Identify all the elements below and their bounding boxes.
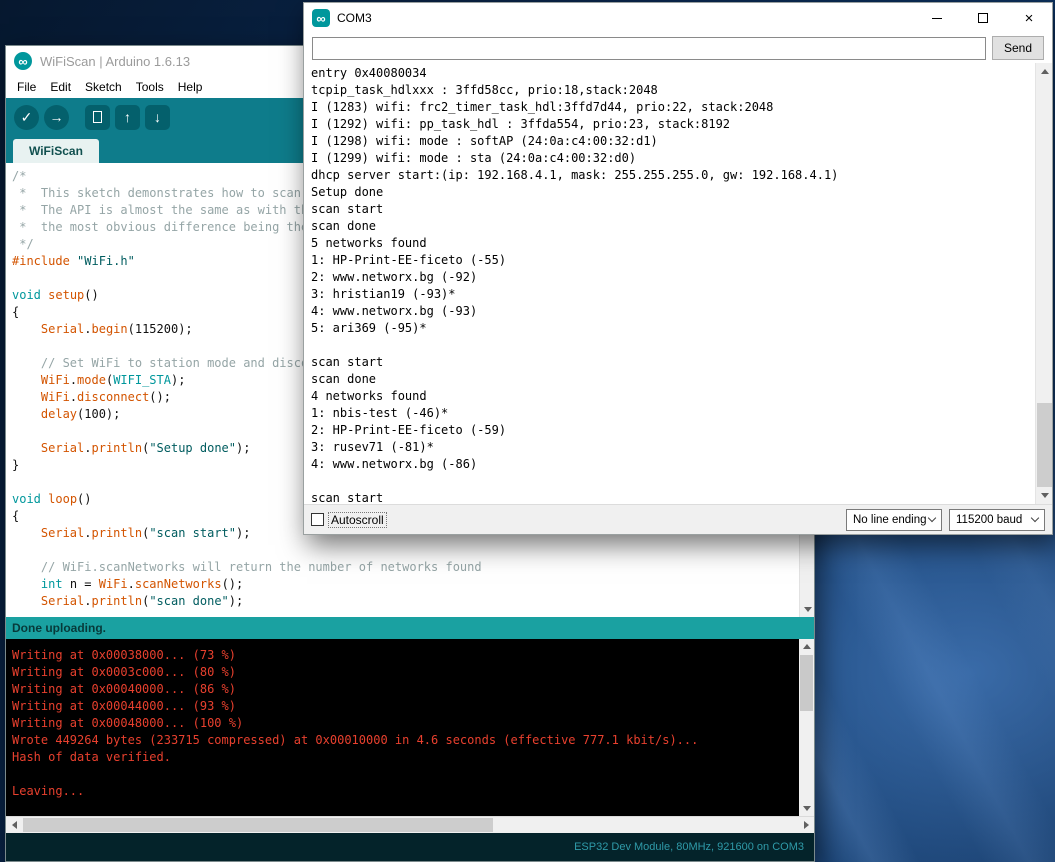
menu-sketch[interactable]: Sketch (78, 80, 129, 94)
arduino-logo-icon: ∞ (312, 9, 330, 27)
code-line: int n = WiFi.scanNetworks(); (12, 576, 799, 593)
console-scroll-thumb[interactable] (800, 655, 813, 711)
console-vertical-scrollbar[interactable] (799, 639, 814, 816)
code-line: Serial.println("scan done"); (12, 593, 799, 610)
window-controls: × (914, 3, 1052, 33)
scroll-down-button[interactable] (800, 602, 814, 617)
serial-window-title: COM3 (337, 11, 372, 25)
serial-dropdowns: No line ending 115200 baud (846, 509, 1045, 531)
autoscroll-checkbox[interactable] (311, 513, 324, 526)
minimize-button[interactable] (914, 3, 960, 33)
board-port-status: ESP32 Dev Module, 80MHz, 921600 on COM3 (574, 841, 804, 853)
menu-edit[interactable]: Edit (43, 80, 78, 94)
line-ending-value: No line ending (853, 514, 927, 526)
ide-status-bar: Done uploading. (6, 617, 814, 639)
menu-file[interactable]: File (10, 80, 43, 94)
serial-bottom-bar: Autoscroll No line ending 115200 baud (304, 504, 1052, 534)
serial-scroll-thumb[interactable] (1037, 403, 1052, 489)
verify-button[interactable]: ✓ (14, 105, 39, 130)
right-arrow-icon: → (50, 109, 64, 125)
serial-output-text: entry 0x40080034 tcpip_task_hdlxxx : 3ff… (311, 65, 1030, 504)
code-line (12, 542, 799, 559)
open-button[interactable]: ↑ (115, 105, 140, 130)
upload-button[interactable]: → (44, 105, 69, 130)
serial-output-area: entry 0x40080034 tcpip_task_hdlxxx : 3ff… (304, 63, 1052, 504)
status-message: Done uploading. (12, 621, 106, 635)
serial-scroll-up-button[interactable] (1036, 63, 1052, 80)
console-output: Writing at 0x00038000... (73 %) Writing … (12, 647, 794, 800)
maximize-icon (978, 13, 988, 23)
serial-scroll-down-button[interactable] (1036, 487, 1052, 504)
serial-send-row: Send (304, 33, 1052, 63)
close-button[interactable]: × (1006, 3, 1052, 33)
ide-footer: ESP32 Dev Module, 80MHz, 921600 on COM3 (6, 833, 814, 861)
autoscroll-control[interactable]: Autoscroll (311, 513, 386, 527)
chevron-down-icon (928, 514, 936, 522)
horizontal-scroll-thumb[interactable] (23, 818, 493, 832)
triangle-up-icon (1041, 69, 1049, 74)
triangle-down-icon (1041, 493, 1049, 498)
tab-label: WiFiScan (29, 144, 83, 158)
menu-help[interactable]: Help (171, 80, 210, 94)
check-icon: ✓ (21, 109, 33, 126)
line-ending-select[interactable]: No line ending (846, 509, 942, 531)
console-scroll-down-button[interactable] (799, 801, 814, 816)
up-arrow-icon: ↑ (124, 109, 131, 125)
chevron-down-icon (1031, 514, 1039, 522)
arduino-logo-icon: ∞ (14, 52, 32, 70)
serial-vertical-scrollbar[interactable] (1035, 63, 1052, 504)
triangle-down-icon (803, 806, 811, 811)
down-arrow-icon: ↓ (154, 109, 161, 125)
autoscroll-label: Autoscroll (329, 513, 386, 527)
triangle-down-icon (804, 607, 812, 612)
code-line: // WiFi.scanNetworks will return the num… (12, 559, 799, 576)
scroll-right-button[interactable] (798, 817, 814, 833)
maximize-button[interactable] (960, 3, 1006, 33)
serial-monitor-window: ∞ COM3 × Send entry 0x40080034 tcpip_tas… (303, 2, 1053, 535)
new-document-icon (93, 111, 102, 123)
baud-rate-value: 115200 baud (956, 514, 1022, 526)
console-horizontal-scrollbar[interactable] (6, 816, 814, 833)
ide-window-title: WiFiScan | Arduino 1.6.13 (40, 54, 190, 69)
triangle-left-icon (12, 821, 17, 829)
send-button[interactable]: Send (992, 36, 1044, 60)
save-button[interactable]: ↓ (145, 105, 170, 130)
triangle-up-icon (803, 644, 811, 649)
new-sketch-button[interactable] (85, 105, 110, 130)
tab-wifiscan[interactable]: WiFiScan (13, 139, 99, 163)
serial-titlebar[interactable]: ∞ COM3 × (304, 3, 1052, 33)
scroll-left-button[interactable] (6, 817, 22, 833)
triangle-right-icon (804, 821, 809, 829)
ide-console: Writing at 0x00038000... (73 %) Writing … (6, 639, 814, 816)
menu-tools[interactable]: Tools (129, 80, 171, 94)
minimize-icon (932, 18, 942, 19)
serial-input[interactable] (312, 37, 986, 60)
close-icon: × (1025, 11, 1034, 26)
console-scroll-up-button[interactable] (799, 639, 814, 654)
baud-rate-select[interactable]: 115200 baud (949, 509, 1045, 531)
